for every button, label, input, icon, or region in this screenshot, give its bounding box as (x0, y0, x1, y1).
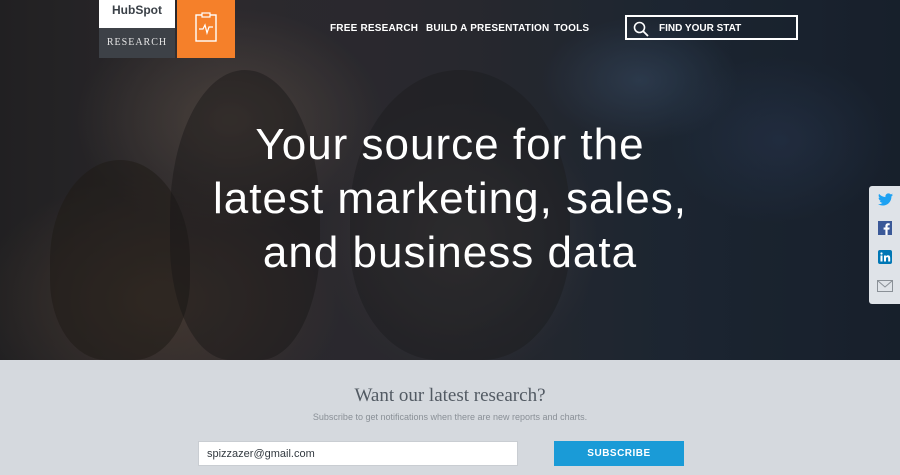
nav-free-research[interactable]: FREE RESEARCH (330, 23, 418, 34)
nav-build-presentation[interactable]: BUILD A PRESENTATION (426, 23, 549, 34)
clipboard-chart-icon (195, 12, 217, 42)
search-icon (633, 21, 649, 37)
headline-line-2: latest marketing, sales, (213, 174, 687, 223)
hero-headline: Your source for the latest marketing, sa… (150, 118, 750, 280)
find-stat-search[interactable]: FIND YOUR STAT (625, 15, 798, 40)
nav-tools[interactable]: TOOLS (554, 23, 589, 34)
share-sidebar (869, 186, 900, 304)
research-home-link[interactable] (177, 0, 235, 58)
subscribe-title: Want our latest research? (354, 385, 546, 406)
linkedin-icon[interactable] (877, 249, 893, 265)
email-field[interactable] (198, 441, 518, 466)
search-label: FIND YOUR STAT (659, 23, 742, 34)
subscribe-section: Want our latest research? Subscribe to g… (0, 360, 900, 475)
headline-line-1: Your source for the (255, 120, 645, 169)
facebook-icon[interactable] (877, 220, 893, 236)
twitter-icon[interactable] (877, 191, 893, 207)
headline-line-3: and business data (262, 228, 638, 277)
subscribe-description: Subscribe to get notifications when ther… (312, 412, 588, 422)
research-label: RESEARCH (99, 28, 175, 58)
email-icon[interactable] (877, 278, 893, 294)
subscribe-button[interactable]: SUBSCRIBE (554, 441, 684, 466)
logo-text: HubSpot (112, 3, 162, 17)
